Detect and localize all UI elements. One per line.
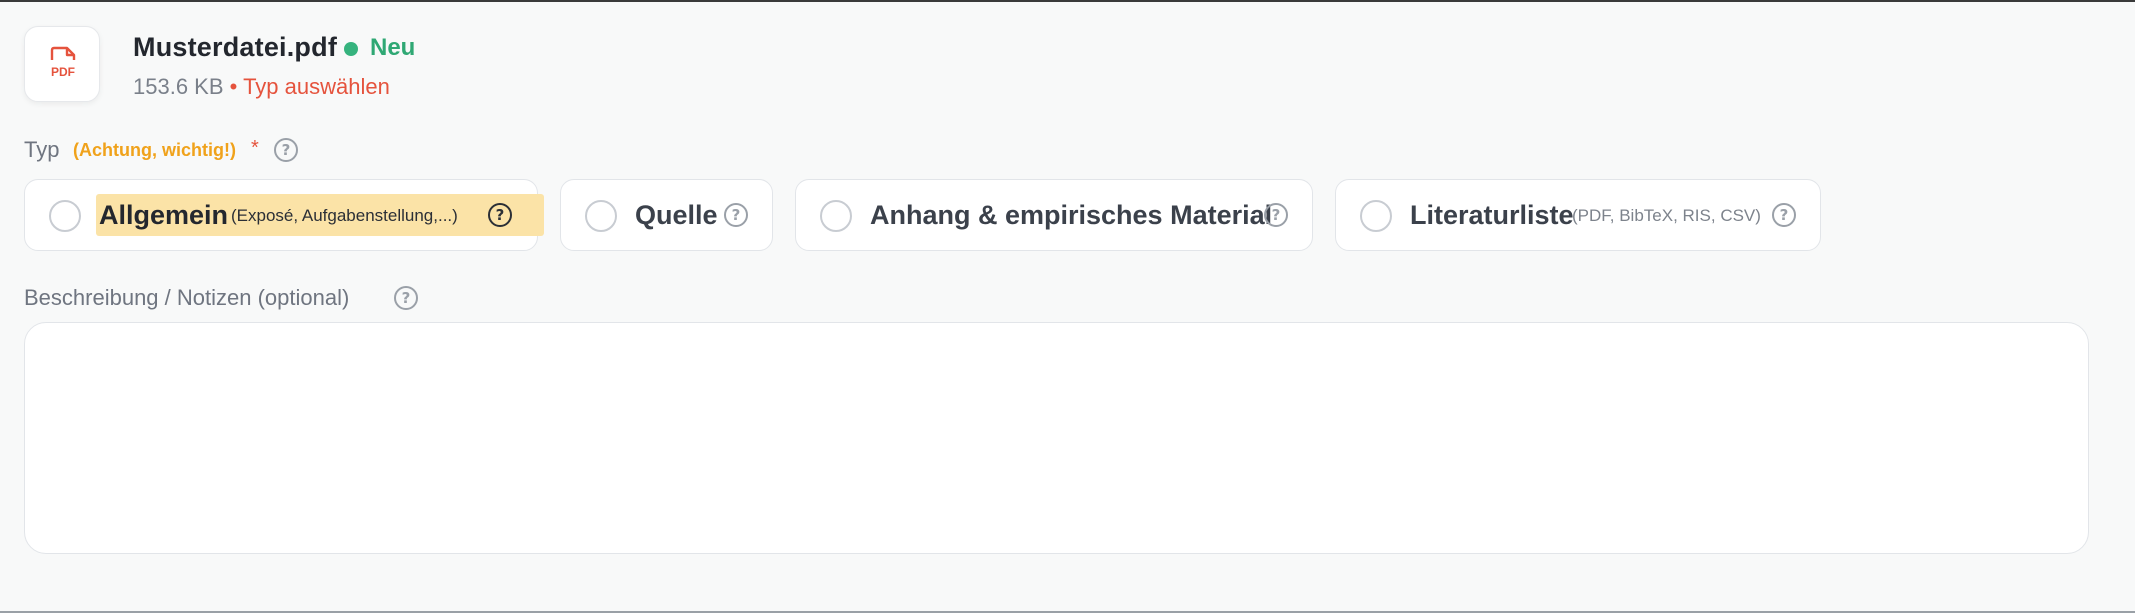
anhang-help-icon[interactable]: ? bbox=[1264, 203, 1288, 227]
file-size: 153.6 KB bbox=[133, 74, 224, 99]
description-textarea[interactable] bbox=[24, 322, 2089, 554]
option-sub-literaturliste: (PDF, BibTeX, RIS, CSV) bbox=[1572, 206, 1761, 225]
type-hint: Typ auswählen bbox=[243, 74, 390, 99]
type-option-allgemein[interactable]: Allgemein (Exposé, Aufgabenstellung,...)… bbox=[24, 179, 544, 251]
meta-separator: • bbox=[229, 74, 238, 99]
radio-literaturliste[interactable] bbox=[1360, 200, 1392, 232]
type-option-anhang[interactable]: Anhang & empirisches Material ? bbox=[795, 179, 1313, 251]
type-option-quelle[interactable]: Quelle ? bbox=[560, 179, 773, 251]
radio-quelle[interactable] bbox=[585, 200, 617, 232]
literaturliste-help-icon[interactable]: ? bbox=[1772, 203, 1796, 227]
file-meta: 153.6 KB • Typ auswählen bbox=[133, 74, 390, 100]
description-label: Beschreibung / Notizen (optional) bbox=[24, 285, 350, 310]
option-sub-allgemein: (Exposé, Aufgabenstellung,...) bbox=[231, 206, 458, 225]
type-option-literaturliste[interactable]: Literaturliste (PDF, BibTeX, RIS, CSV) ? bbox=[1335, 179, 1821, 251]
option-label-anhang: Anhang & empirisches Material bbox=[870, 200, 1273, 230]
status-dot bbox=[344, 42, 358, 56]
quelle-help-icon[interactable]: ? bbox=[724, 203, 748, 227]
radio-allgemein[interactable] bbox=[49, 200, 81, 232]
required-mark: * bbox=[251, 137, 259, 159]
type-note: (Achtung, wichtig!) bbox=[73, 140, 236, 160]
radio-anhang[interactable] bbox=[820, 200, 852, 232]
pdf-icon: PDF bbox=[50, 46, 76, 79]
pdf-icon-text: PDF bbox=[51, 65, 75, 79]
description-help-icon[interactable]: ? bbox=[394, 286, 418, 310]
option-label-literaturliste: Literaturliste bbox=[1410, 200, 1574, 230]
allgemein-help-icon[interactable]: ? bbox=[488, 203, 512, 227]
status-badge: Neu bbox=[370, 34, 416, 61]
option-label-quelle: Quelle bbox=[635, 200, 718, 230]
pdf-file-icon: PDF bbox=[24, 26, 100, 102]
type-label: Typ bbox=[24, 137, 60, 162]
option-label-allgemein: Allgemein bbox=[99, 200, 229, 230]
type-help-icon[interactable]: ? bbox=[274, 138, 298, 162]
file-name: Musterdatei.pdf bbox=[133, 32, 338, 62]
